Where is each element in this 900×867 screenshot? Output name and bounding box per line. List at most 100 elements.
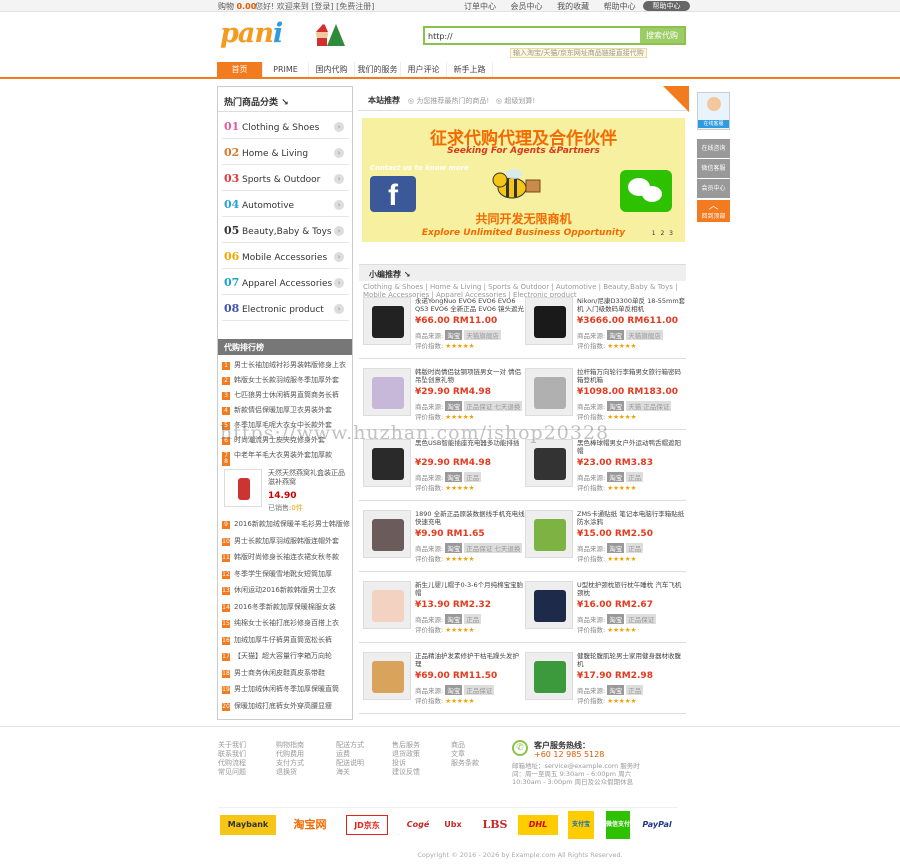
product-image[interactable] [525,581,573,629]
footer-link[interactable]: 配送方式 [336,741,364,750]
member-center-link[interactable]: 会员中心 [511,2,543,11]
product-image[interactable] [363,297,411,345]
footer-link[interactable]: 服务条款 [451,759,479,768]
footer-link[interactable]: 退货政策 [392,750,420,759]
category-item[interactable]: 04 Automotive › [222,195,349,217]
help-link[interactable]: 帮助中心 [604,2,636,11]
login-links[interactable]: 您好! 欢迎来到 [登录] [免费注册] [255,1,374,12]
footer-link[interactable]: 支付方式 [276,759,304,768]
product-image[interactable] [525,510,573,558]
ranking-item[interactable]: 16 加绒加厚牛仔裤男直筒宽松长裤 [222,635,350,647]
ranking-item[interactable]: 1 男士长袖加绒衬衫男装韩版修身上衣 [222,360,350,372]
product-image[interactable] [363,510,411,558]
ranking-feature-item[interactable]: 天然天然燕窝礼盒装正品滋补燕窝 14.90 已销售:0件 [222,469,350,515]
footer-link[interactable]: 购物指南 [276,741,304,750]
product-image[interactable] [363,652,411,700]
tab-recommend[interactable]: 本站推荐 [368,95,400,106]
ranking-item[interactable]: 12 冬季学生保暖雪地靴女短筒加厚 [222,569,350,581]
product-card[interactable]: ZMS卡通贴纸 笔记本电脑行李箱贴纸 防水涂鸦 ¥15.00 RM2.50 商品… [525,510,687,577]
product-title[interactable]: U型枕护颈枕旅行枕午睡枕 汽车飞机颈枕 [577,581,687,597]
back-to-top-button[interactable]: ︿ 回到顶部 [697,200,730,222]
product-title[interactable]: 新生儿婴儿帽子0-3-6个月纯棉宝宝胎帽 [415,581,525,597]
product-card[interactable]: 正品精油护发素修护干枯毛躁头发护理 ¥69.00 RM11.50 商品来源: 淘… [363,652,525,719]
product-image[interactable] [525,368,573,416]
ranking-item[interactable]: 3 七匹狼男士休闲裤男直筒商务长裤 [222,390,350,402]
customer-service-avatar[interactable]: 在线客服 [697,92,730,130]
product-card[interactable]: 黑色棒球帽男女户外运动鸭舌帽遮阳帽 ¥23.00 RM3.83 商品来源: 淘宝… [525,439,687,506]
product-card[interactable]: U型枕护颈枕旅行枕午睡枕 汽车飞机颈枕 ¥16.00 RM2.67 商品来源: … [525,581,687,648]
help-center-button[interactable]: 帮助中心 [643,1,690,11]
ranking-item[interactable]: 13 休闲运动2016新款韩版男士卫衣 [222,585,350,597]
product-image[interactable] [525,652,573,700]
cart-summary[interactable]: 购物 0.00 [218,1,256,12]
product-title[interactable]: 拉杆箱万向轮行李箱男女旅行箱密码箱登机箱 [577,368,687,384]
footer-link[interactable]: 售后服务 [392,741,420,750]
search-button[interactable]: 搜索代购 [640,28,684,43]
ranking-item[interactable]: 19 男士加绒休闲裤冬季加厚保暖直筒 [222,684,350,696]
ranking-item[interactable]: 18 男士商务休闲皮鞋真皮系带鞋 [222,668,350,680]
product-card[interactable]: 新生儿婴儿帽子0-3-6个月纯棉宝宝胎帽 ¥13.90 RM2.32 商品来源:… [363,581,525,648]
product-title[interactable]: 健腹轮腹肌轮男士家用健身器材收腹机 [577,652,687,668]
nav-home[interactable]: 首页 [217,62,263,77]
ranking-item[interactable]: 8 [222,457,350,469]
product-title[interactable]: Nikon/尼康D3300单反 18-55mm套机 入门级数码单反相机 [577,297,687,313]
tab-hint-2[interactable]: ◎ 超级划算! [496,96,535,106]
nav-reviews[interactable]: 用户评论 [401,62,447,77]
ranking-item[interactable]: 11 韩版时尚修身长袖连衣裙女秋冬款 [222,552,350,564]
product-image[interactable] [525,439,573,487]
category-item[interactable]: 01 Clothing & Shoes › [222,117,349,139]
product-title[interactable]: 正品精油护发素修护干枯毛躁头发护理 [415,652,525,668]
footer-link[interactable]: 建议反馈 [392,768,420,777]
product-card[interactable]: Nikon/尼康D3300单反 18-55mm套机 入门级数码单反相机 ¥366… [525,297,687,364]
agent-banner[interactable]: 征求代购代理及合作伙伴 Seeking For Agents &Partners… [362,118,685,242]
footer-link[interactable]: 商品 [451,741,479,750]
ranking-item[interactable]: 14 2016冬季新款加厚保暖棉服女装 [222,602,350,614]
product-image[interactable] [525,297,573,345]
tab-hint-1[interactable]: ◎ 为您推荐最热门的商品! [408,96,489,106]
banner-pagination[interactable]: 1 2 3 [652,230,673,237]
footer-link[interactable]: 文章 [451,750,479,759]
ranking-item[interactable]: 2 韩版女士长款羽绒服冬季加厚外套 [222,375,350,387]
member-center-button[interactable]: 会员中心 [697,179,730,198]
wechat-service-button[interactable]: 微信客服 [697,159,730,178]
category-item[interactable]: 03 Sports & Outdoor › [222,169,349,191]
product-card[interactable]: 黑色USB智能插座充电器多功能排插 ¥29.90 RM4.98 商品来源: 淘宝… [363,439,525,506]
footer-link[interactable]: 关于我们 [218,741,246,750]
ranking-item[interactable]: 4 新款情侣保暖加厚卫衣男装外套 [222,405,350,417]
product-title[interactable]: 韩版时尚情侣钛钢项链男女一对 情侣吊坠创意礼物 [415,368,525,384]
site-logo[interactable]: pani [220,18,352,50]
product-card[interactable]: 健腹轮腹肌轮男士家用健身器材收腹机 ¥17.90 RM2.98 商品来源: 淘宝… [525,652,687,719]
category-item[interactable]: 07 Apparel Accessories › [222,273,349,295]
ranking-item[interactable]: 17 【天猫】超大容量行李箱万向轮 [222,651,350,663]
footer-link[interactable]: 配送说明 [336,759,364,768]
category-item[interactable]: 05 Beauty,Baby & Toys › [222,221,349,243]
order-center-link[interactable]: 订单中心 [464,2,496,11]
favorites-link[interactable]: 我的收藏 [557,2,589,11]
category-item[interactable]: 02 Home & Living › [222,143,349,165]
online-consult-button[interactable]: 在线咨询 [697,139,730,158]
product-image[interactable] [363,581,411,629]
nav-domestic[interactable]: 国内代购 [309,62,355,77]
footer-link[interactable]: 退换货 [276,768,304,777]
ranking-feature-image[interactable] [224,469,262,507]
nav-services[interactable]: 我们的服务 [355,62,401,77]
product-card[interactable]: 永诺YongNuo EVO6 EVO6 EVO6 QS3 EVO6 全新正品 E… [363,297,525,364]
footer-link[interactable]: 常见问题 [218,768,246,777]
footer-link[interactable]: 运费 [336,750,364,759]
nav-prime[interactable]: PRIME [263,62,309,77]
product-card[interactable]: 1890 全新正品原装数据线手机充电线 快速充电 ¥9.90 RM1.65 商品… [363,510,525,577]
product-title[interactable]: ZMS卡通贴纸 笔记本电脑行李箱贴纸 防水涂鸦 [577,510,687,526]
category-item[interactable]: 06 Mobile Accessories › [222,247,349,269]
ranking-feature-title[interactable]: 天然天然燕窝礼盒装正品滋补燕窝 [268,469,348,487]
search-input[interactable] [428,29,633,43]
footer-link[interactable]: 联系我们 [218,750,246,759]
footer-link[interactable]: 代购费用 [276,750,304,759]
ranking-item[interactable]: 9 2016新款加绒保暖羊毛衫男士韩版修身 [222,519,350,531]
product-title[interactable]: 1890 全新正品原装数据线手机充电线 快速充电 [415,510,525,526]
product-image[interactable] [363,368,411,416]
product-title[interactable]: 永诺YongNuo EVO6 EVO6 EVO6 QS3 EVO6 全新正品 E… [415,297,525,313]
footer-link[interactable]: 投诉 [392,759,420,768]
product-image[interactable] [363,439,411,487]
nav-newbie[interactable]: 新手上路 [447,62,493,77]
ranking-item[interactable]: 20 保暖加绒打底裤女外穿高腰显瘦 [222,701,350,713]
